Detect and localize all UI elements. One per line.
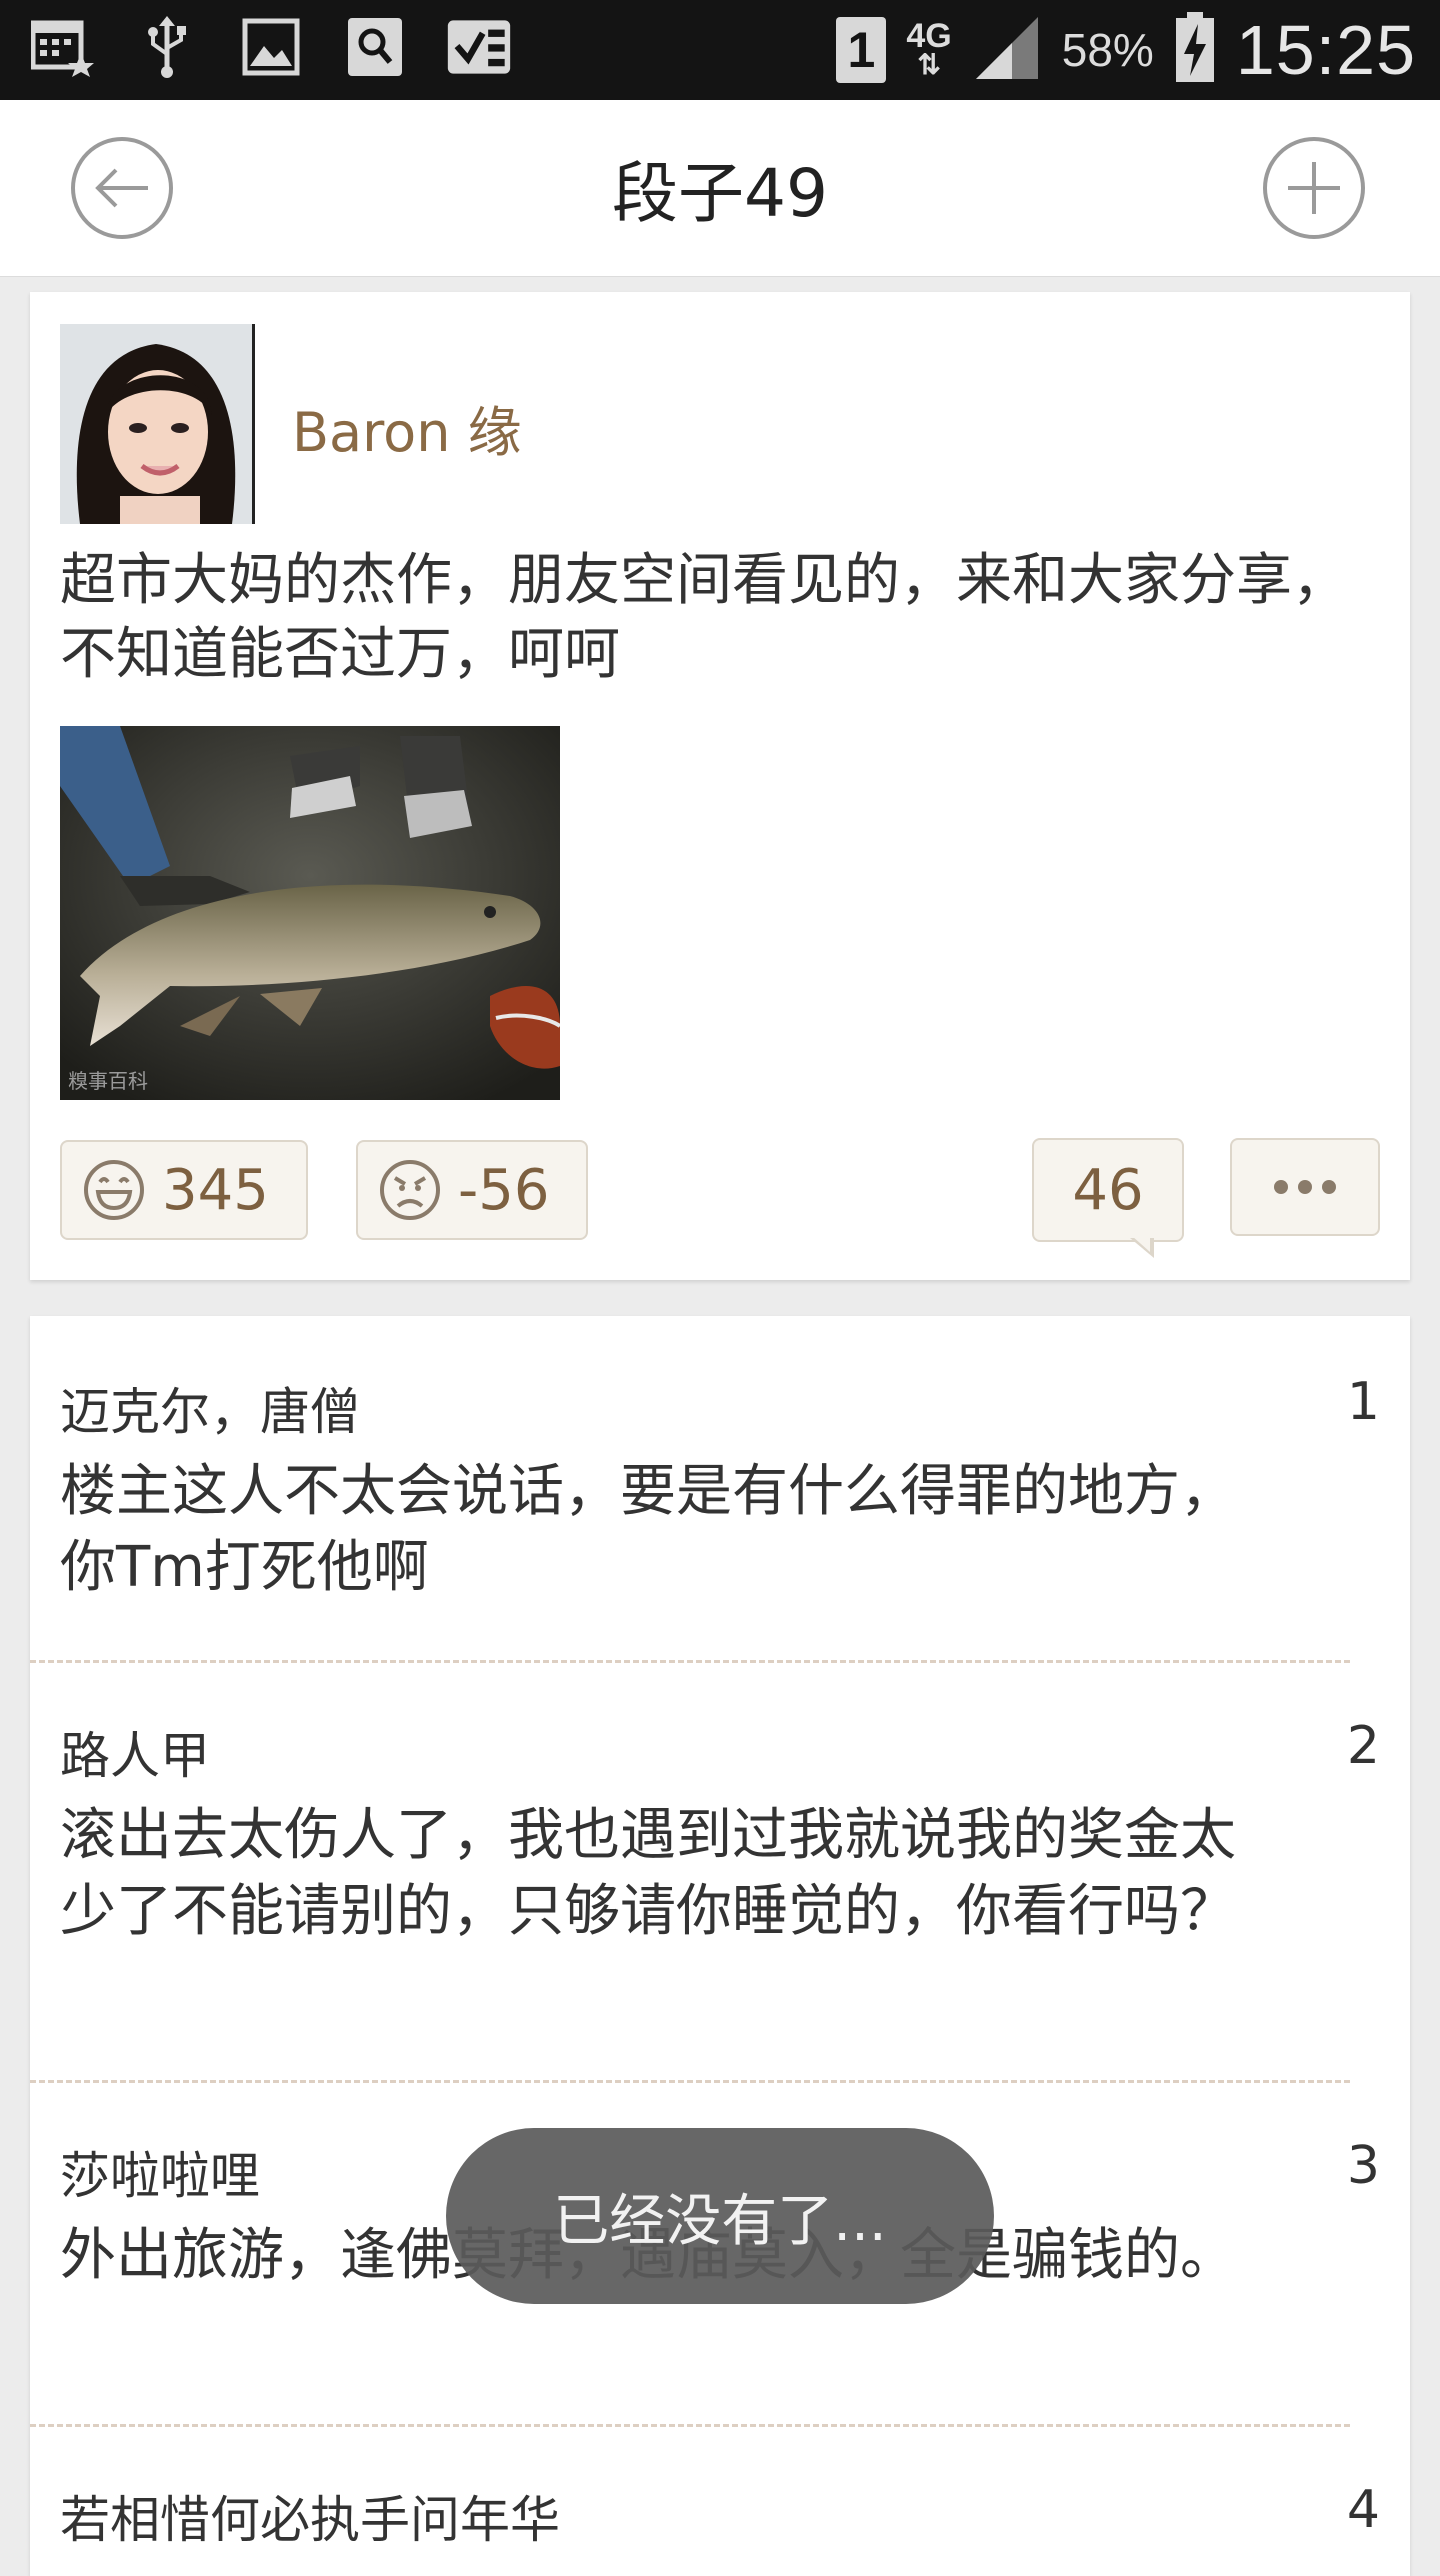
comment-text: 楼主这人不太会说话，要是有什么得罪的地方，你Tm打死他啊 [60,1459,1236,1600]
page-title: 段子49 [612,155,828,232]
comment-divider [30,2424,1350,2427]
smile-face-icon [84,1160,144,1220]
post-author[interactable]: Baron 缘 [292,388,522,467]
battery-charging-icon [1174,12,1216,88]
usb-icon [134,14,200,80]
speech-bubble-tail-inner [1132,1236,1150,1252]
network-label: 4G [906,17,952,55]
like-button[interactable]: 345 [60,1140,308,1240]
add-button[interactable] [1262,136,1366,240]
toast-message: 已经没有了... [446,2128,994,2304]
more-button[interactable] [1230,1138,1380,1236]
clock: 15:25 [1235,11,1416,89]
plus-icon [1263,137,1365,239]
comments-list: 迈克尔，唐僧 1 楼主这人不太会说话，要是有什么得罪的地方，你Tm打死他啊 路人… [30,1316,1410,2576]
avatar[interactable] [60,324,255,524]
battery-percent: 58% [1061,24,1154,76]
comment-count-button[interactable]: 46 [1032,1138,1184,1242]
angry-face-icon [380,1160,440,1220]
comment-text: 滚出去太伤人了，我也遇到过我就说我的奖金太少了不能请别的，只够请你睡觉的，你看行… [60,1803,1236,1944]
dislike-button[interactable]: -56 [356,1140,588,1240]
check-icon [446,14,512,80]
search-icon [342,14,408,80]
comment-author[interactable]: 路人甲 [60,1716,210,1788]
status-bar: 1 4G ⇅ 58% 15:25 [0,0,1440,100]
image-watermark: 糗事百科 [68,1069,148,1093]
image-icon [238,14,304,80]
comment-author[interactable]: 迈克尔，唐僧 [60,1372,360,1444]
calendar-icon [30,14,96,80]
post-text: 超市大妈的杰作，朋友空间看见的，来和大家分享，不知道能否过万，呵呵 [60,548,1348,687]
like-count: 345 [162,1157,269,1223]
more-dot-icon [1322,1180,1336,1194]
post-image[interactable]: 糗事百科 [60,726,560,1100]
sim-icon: 1 [836,17,887,83]
comment-author[interactable]: 若相惜何必执手问年华 [60,2480,560,2552]
comment-author[interactable]: 莎啦啦哩 [60,2136,260,2208]
network-indicator: 4G ⇅ [906,17,952,80]
comment-divider [30,1660,1350,1663]
comment-divider [30,2080,1350,2083]
dislike-count: -56 [458,1157,550,1223]
comment-floor-number: 1 [1346,1372,1380,1432]
sim-label: 1 [847,22,876,78]
comment-floor-number: 3 [1346,2136,1380,2196]
post-card: Baron 缘 超市大妈的杰作，朋友空间看见的，来和大家分享，不知道能否过万，呵… [30,292,1410,1280]
more-dot-icon [1298,1180,1312,1194]
title-bar: 段子49 [0,100,1440,277]
comment-count: 46 [1072,1157,1144,1223]
comment-floor-number: 4 [1346,2480,1380,2540]
signal-icon [972,15,1042,85]
comment-floor-number: 2 [1346,1716,1380,1776]
more-dot-icon [1274,1180,1288,1194]
